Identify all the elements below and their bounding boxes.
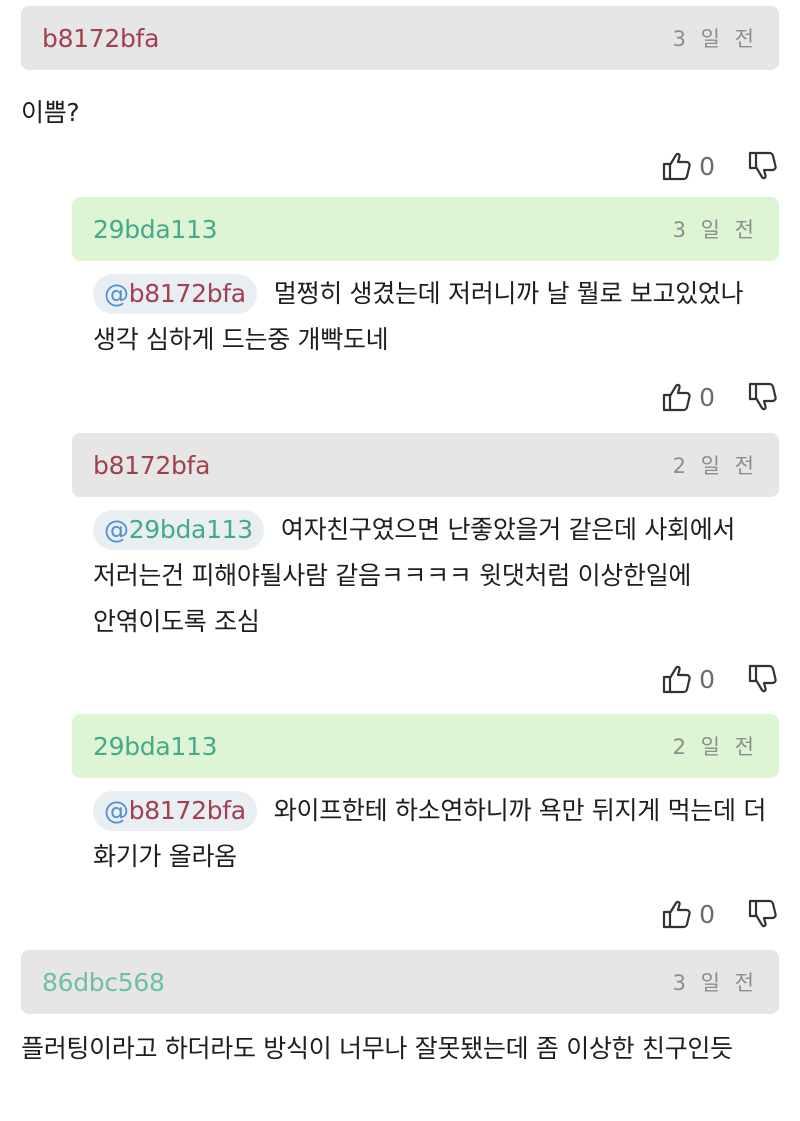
comment-text: 이쁨? <box>21 98 80 127</box>
comment-author[interactable]: b8172bfa <box>93 451 210 480</box>
comment-header: b8172bfa 3 일 전 <box>21 6 779 70</box>
dislike-button[interactable] <box>747 150 779 182</box>
comment-item: 86dbc568 3 일 전 플러팅이라고 하더라도 방식이 너무나 잘못됐는데… <box>21 950 779 1072</box>
mention-username: b8172bfa <box>128 279 246 308</box>
mention-username: 29bda113 <box>128 515 253 544</box>
like-button[interactable]: 0 <box>661 663 747 695</box>
reply-item: b8172bfa 2 일 전 @29bda113 여자친구였으면 난좋았을거 같은… <box>72 433 779 695</box>
comment-author[interactable]: 86dbc568 <box>42 968 165 997</box>
comment-author[interactable]: b8172bfa <box>42 24 159 53</box>
comment-body: @b8172bfa 와이프한테 하소연하니까 욕만 뒤지게 먹는데 더 화기가 올… <box>72 778 779 880</box>
comment-text: 플러팅이라고 하더라도 방식이 너무나 잘못됐는데 좀 이상한 친구인듯 <box>21 1034 733 1063</box>
mention-at-sign: @ <box>104 515 129 544</box>
mention-username: b8172bfa <box>128 796 246 825</box>
comment-item: b8172bfa 3 일 전 이쁨? 0 <box>21 6 779 182</box>
comment-header: b8172bfa 2 일 전 <box>72 433 779 497</box>
comment-timestamp: 3 일 전 <box>672 27 758 51</box>
mention-at-sign: @ <box>104 796 129 825</box>
dislike-button[interactable] <box>747 663 779 695</box>
reply-item: 29bda113 2 일 전 @b8172bfa 와이프한테 하소연하니까 욕만 … <box>72 714 779 930</box>
vote-bar: 0 <box>72 663 779 695</box>
reply-item: 29bda113 3 일 전 @b8172bfa 멀쩡히 생겼는데 저러니까 날 … <box>72 197 779 413</box>
thumbs-up-icon <box>662 900 691 929</box>
mention-tag[interactable]: @b8172bfa <box>93 274 257 314</box>
like-count: 0 <box>699 899 715 929</box>
vote-bar: 0 <box>72 381 779 413</box>
thumbs-up-icon <box>662 383 691 412</box>
like-button[interactable]: 0 <box>661 381 747 413</box>
like-button[interactable]: 0 <box>661 150 747 182</box>
comment-timestamp: 2 일 전 <box>672 735 758 759</box>
comment-timestamp: 3 일 전 <box>672 218 758 242</box>
comment-timestamp: 3 일 전 <box>672 971 758 995</box>
thumbs-up-icon <box>662 665 691 694</box>
dislike-button[interactable] <box>747 381 779 413</box>
like-count: 0 <box>699 382 715 412</box>
vote-bar: 0 <box>72 898 779 930</box>
comment-author[interactable]: 29bda113 <box>93 732 217 761</box>
comment-header: 29bda113 2 일 전 <box>72 714 779 778</box>
comment-body: @b8172bfa 멀쩡히 생겼는데 저러니까 날 뭘로 보고있었나 생각 심하게… <box>72 261 779 363</box>
like-count: 0 <box>699 664 715 694</box>
thumbs-up-icon <box>662 152 691 181</box>
like-button[interactable]: 0 <box>661 898 747 930</box>
thumbs-down-icon <box>748 151 777 180</box>
mention-at-sign: @ <box>104 279 129 308</box>
comment-body: @29bda113 여자친구였으면 난좋았을거 같은데 사회에서 저러는건 피해야… <box>72 497 779 645</box>
like-count: 0 <box>699 151 715 181</box>
comment-header: 29bda113 3 일 전 <box>72 197 779 261</box>
comment-timestamp: 2 일 전 <box>672 454 758 478</box>
thumbs-down-icon <box>748 382 777 411</box>
vote-bar: 0 <box>21 150 779 182</box>
comment-author[interactable]: 29bda113 <box>93 215 217 244</box>
thumbs-down-icon <box>748 899 777 928</box>
dislike-button[interactable] <box>747 898 779 930</box>
thumbs-down-icon <box>748 664 777 693</box>
comment-header: 86dbc568 3 일 전 <box>21 950 779 1014</box>
mention-tag[interactable]: @29bda113 <box>93 510 264 550</box>
mention-tag[interactable]: @b8172bfa <box>93 791 257 831</box>
